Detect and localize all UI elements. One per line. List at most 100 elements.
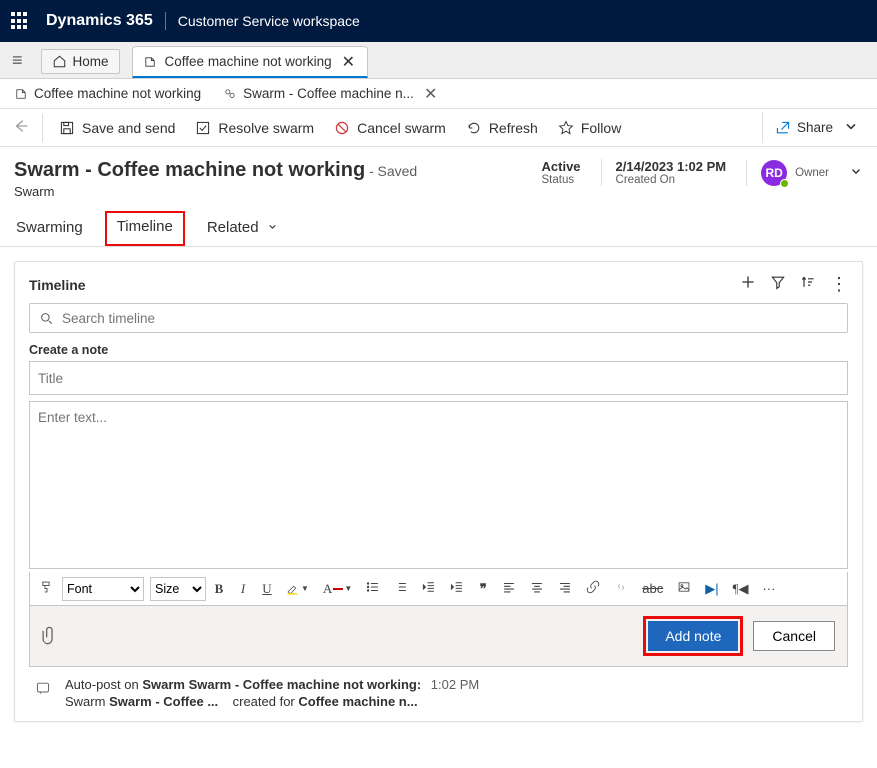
timeline-search-input[interactable] xyxy=(29,303,848,333)
paintbrush-icon xyxy=(40,580,54,594)
status-value: Active xyxy=(542,159,581,174)
owner-avatar[interactable]: RD xyxy=(761,160,787,186)
align-center-button[interactable] xyxy=(524,576,550,601)
resolve-icon xyxy=(195,120,211,136)
align-right-icon xyxy=(558,580,572,594)
highlight-icon xyxy=(286,582,300,596)
align-right-button[interactable] xyxy=(552,576,578,601)
tab-case[interactable]: Coffee machine not working ✕ xyxy=(132,46,369,78)
record-header: Swarm - Coffee machine not working - Sav… xyxy=(0,147,877,207)
cmd-save-send[interactable]: Save and send xyxy=(49,114,185,142)
workspace-name: Customer Service workspace xyxy=(178,13,360,29)
overflow-menu-button[interactable]: ⋮ xyxy=(830,274,848,295)
highlight-button[interactable]: ▼ xyxy=(280,578,315,600)
ptab-timeline[interactable]: Timeline xyxy=(105,211,185,246)
text-color-button[interactable]: A▼ xyxy=(317,577,358,601)
attachment-button[interactable] xyxy=(37,622,66,651)
session-tab-bar: ≡ Home Coffee machine not working ✕ xyxy=(0,42,877,79)
subtab-case[interactable]: Coffee machine not working xyxy=(6,82,209,105)
cmd-follow[interactable]: Follow xyxy=(548,114,631,142)
note-footer: Add note Cancel xyxy=(29,606,848,667)
app-brand: Dynamics 365 xyxy=(46,12,166,30)
record-title: Swarm - Coffee machine not working xyxy=(14,159,365,181)
autopost-line2a: Swarm xyxy=(65,694,105,709)
hamburger-icon[interactable]: ≡ xyxy=(0,50,35,71)
cmd-resolve-swarm[interactable]: Resolve swarm xyxy=(185,114,324,142)
italic-button[interactable]: I xyxy=(232,577,254,601)
command-bar: Save and send Resolve swarm Cancel swarm… xyxy=(0,109,877,147)
star-icon xyxy=(558,120,574,136)
underline-button[interactable]: U xyxy=(256,577,278,601)
sort-button[interactable] xyxy=(800,274,816,295)
autopost-line2d: Coffee machine n... xyxy=(298,694,417,709)
format-painter-button[interactable] xyxy=(34,576,60,601)
note-title-input[interactable] xyxy=(29,361,848,395)
autopost-subject: Swarm Swarm - Coffee machine not working… xyxy=(142,677,421,692)
tab-home[interactable]: Home xyxy=(41,49,120,74)
cmd-share[interactable]: Share xyxy=(762,112,871,143)
numbers-icon xyxy=(394,580,408,594)
back-button[interactable] xyxy=(6,117,36,138)
insert-image-button[interactable] xyxy=(671,576,697,601)
autopost-time: 1:02 PM xyxy=(431,677,479,692)
sort-icon xyxy=(800,274,816,290)
rtl-button[interactable]: ¶◀ xyxy=(727,577,755,601)
unlink-button[interactable] xyxy=(608,576,634,601)
add-record-button[interactable] xyxy=(740,274,756,295)
align-left-button[interactable] xyxy=(496,576,522,601)
indent-icon xyxy=(450,580,464,594)
more-format-button[interactable]: ··· xyxy=(756,577,781,600)
refresh-icon xyxy=(466,120,482,136)
autopost-prefix: Auto-post on xyxy=(65,677,139,692)
ptab-swarming[interactable]: Swarming xyxy=(14,211,85,246)
strikethrough-button[interactable]: abc xyxy=(636,577,669,600)
created-label: Created On xyxy=(616,174,727,186)
created-value: 2/14/2023 1:02 PM xyxy=(616,159,727,174)
status-label: Status xyxy=(542,174,581,186)
numbers-button[interactable] xyxy=(388,576,414,601)
ptab-related[interactable]: Related xyxy=(205,211,280,246)
cancel-note-button[interactable]: Cancel xyxy=(753,621,835,651)
autopost-item: Auto-post on Swarm Swarm - Coffee machin… xyxy=(29,667,848,709)
bullets-button[interactable] xyxy=(360,576,386,601)
create-note-label: Create a note xyxy=(29,343,848,357)
autopost-line2b: Swarm - Coffee ... xyxy=(109,694,218,709)
ltr-button[interactable]: ▶| xyxy=(699,577,724,601)
app-launcher-icon[interactable] xyxy=(10,11,30,31)
close-subtab-icon[interactable]: ✕ xyxy=(424,84,437,104)
close-tab-icon[interactable]: ✕ xyxy=(342,52,355,72)
bullets-icon xyxy=(366,580,380,594)
link-button[interactable] xyxy=(580,576,606,601)
subtab-swarm-label: Swarm - Coffee machine n... xyxy=(243,86,414,101)
tab-home-label: Home xyxy=(73,54,109,69)
bold-button[interactable]: B xyxy=(208,577,230,601)
align-center-icon xyxy=(530,580,544,594)
cmd-refresh[interactable]: Refresh xyxy=(456,114,548,142)
header-expand-button[interactable] xyxy=(849,164,863,181)
outdent-button[interactable] xyxy=(416,576,442,601)
cmd-resolve-label: Resolve swarm xyxy=(218,120,314,136)
filter-button[interactable] xyxy=(770,274,786,295)
back-arrow-icon xyxy=(12,117,30,135)
cmd-cancel-swarm[interactable]: Cancel swarm xyxy=(324,114,456,142)
size-select[interactable]: Size xyxy=(150,577,206,601)
cmd-follow-label: Follow xyxy=(581,120,621,136)
add-note-button[interactable]: Add note xyxy=(648,621,738,651)
rich-text-toolbar: Font Size B I U ▼ A▼ ❞ abc ▶| ¶◀ ··· xyxy=(29,572,848,606)
align-left-icon xyxy=(502,580,516,594)
outdent-icon xyxy=(422,580,436,594)
share-icon xyxy=(775,120,791,136)
note-body-input[interactable] xyxy=(29,401,848,569)
subtab-swarm[interactable]: Swarm - Coffee machine n... ✕ xyxy=(215,80,445,108)
indent-button[interactable] xyxy=(444,576,470,601)
timeline-card: Timeline ⋮ Create a note Fo xyxy=(14,261,863,722)
plus-icon xyxy=(740,274,756,290)
app-top-bar: Dynamics 365 Customer Service workspace xyxy=(0,0,877,42)
autopost-icon xyxy=(35,677,51,699)
meta-status: Active Status xyxy=(542,159,581,186)
cmd-save-send-label: Save and send xyxy=(82,120,175,136)
page-tab-bar: Swarming Timeline Related xyxy=(0,207,877,247)
quote-button[interactable]: ❞ xyxy=(472,577,494,601)
save-icon xyxy=(59,120,75,136)
font-select[interactable]: Font xyxy=(62,577,144,601)
